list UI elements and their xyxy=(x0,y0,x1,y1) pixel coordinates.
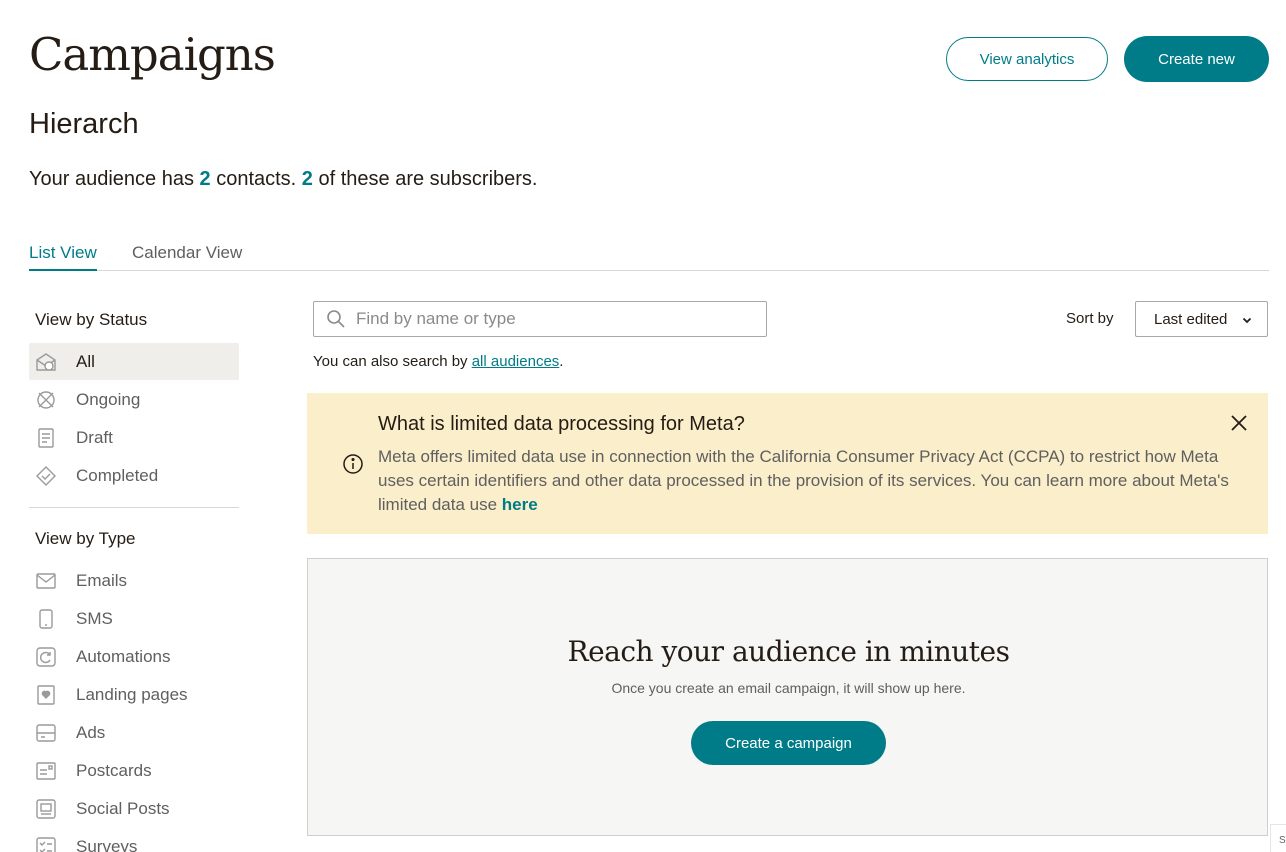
campaigns-page: Campaigns View analytics Create new Hier… xyxy=(0,0,1286,852)
sidebar-item-label: All xyxy=(76,351,95,371)
page-title: Campaigns xyxy=(29,28,276,81)
empty-state-subtitle: Once you create an email campaign, it wi… xyxy=(611,680,966,696)
summary-middle: contacts. xyxy=(210,168,302,190)
sidebar-item-label: Automations xyxy=(76,646,171,666)
view-tabs: List View Calendar View xyxy=(29,240,1269,271)
contacts-count[interactable]: 2 xyxy=(200,168,211,190)
sidebar-item-landing-pages[interactable]: Landing pages xyxy=(29,676,239,713)
sidebar-divider xyxy=(29,507,239,508)
sidebar-item-label: Completed xyxy=(76,465,159,485)
all-campaigns-icon xyxy=(35,351,57,373)
sidebar-item-label: Surveys xyxy=(76,836,138,852)
edge-feedback-tab[interactable]: S xyxy=(1270,824,1286,852)
sidebar-item-ads[interactable]: Ads xyxy=(29,714,239,751)
automation-icon xyxy=(35,646,57,668)
sidebar-item-emails[interactable]: Emails xyxy=(29,562,239,599)
create-new-button[interactable]: Create new xyxy=(1124,36,1269,82)
tab-calendar-view[interactable]: Calendar View xyxy=(132,243,242,269)
summary-suffix: of these are subscribers. xyxy=(312,168,538,190)
sidebar-item-label: Social Posts xyxy=(76,798,170,818)
sidebar-item-automations[interactable]: Automations xyxy=(29,638,239,675)
survey-icon xyxy=(35,836,57,852)
sort-label: Sort by xyxy=(1066,310,1114,327)
search-box[interactable] xyxy=(313,301,767,337)
view-by-status-heading: View by Status xyxy=(35,310,148,329)
audience-name: Hierarch xyxy=(29,108,139,140)
summary-prefix: Your audience has xyxy=(29,168,200,190)
sort-selected-value: Last edited xyxy=(1154,310,1228,328)
sidebar-item-label: Emails xyxy=(76,570,128,590)
sidebar-item-sms[interactable]: SMS xyxy=(29,600,239,637)
banner-title: What is limited data processing for Meta… xyxy=(378,413,745,435)
postcard-icon xyxy=(35,760,57,782)
sidebar-item-label: Ongoing xyxy=(76,389,141,409)
email-icon xyxy=(35,570,57,592)
sidebar-item-label: Postcards xyxy=(76,760,152,780)
completed-icon xyxy=(35,465,57,487)
search-icon xyxy=(326,309,346,329)
sidebar-item-surveys[interactable]: Surveys xyxy=(29,828,239,852)
audience-summary: Your audience has 2 contacts. 2 of these… xyxy=(29,168,537,191)
sidebar-item-social-posts[interactable]: Social Posts xyxy=(29,790,239,827)
empty-state: Reach your audience in minutes Once you … xyxy=(307,558,1268,836)
search-hint: You can also search by all audiences. xyxy=(313,353,563,370)
phone-icon xyxy=(35,608,57,630)
search-hint-suffix: . xyxy=(559,353,564,370)
search-hint-prefix: You can also search by xyxy=(313,353,472,370)
tab-list-view[interactable]: List View xyxy=(29,243,97,271)
all-audiences-link[interactable]: all audiences xyxy=(472,353,560,370)
ongoing-icon xyxy=(35,389,57,411)
sidebar-item-label: SMS xyxy=(76,608,113,628)
empty-state-title: Reach your audience in minutes xyxy=(567,635,1010,668)
sidebar-item-postcards[interactable]: Postcards xyxy=(29,752,239,789)
chevron-down-icon xyxy=(1241,313,1253,325)
ads-icon xyxy=(35,722,57,744)
sidebar-item-label: Ads xyxy=(76,722,106,742)
meta-data-processing-banner: What is limited data processing for Meta… xyxy=(307,393,1268,534)
sort-select[interactable]: Last edited xyxy=(1135,301,1268,337)
banner-body: Meta offers limited data use in connecti… xyxy=(378,445,1238,517)
landing-page-icon xyxy=(35,684,57,706)
view-analytics-button[interactable]: View analytics xyxy=(946,37,1108,81)
close-icon[interactable] xyxy=(1229,413,1249,433)
subscribers-count[interactable]: 2 xyxy=(302,168,313,190)
sidebar-item-label: Landing pages xyxy=(76,684,188,704)
info-icon xyxy=(342,453,364,475)
learn-more-link[interactable]: here xyxy=(502,495,538,514)
sidebar-item-ongoing[interactable]: Ongoing xyxy=(29,381,239,418)
sidebar-item-draft[interactable]: Draft xyxy=(29,419,239,456)
sidebar-item-completed[interactable]: Completed xyxy=(29,457,239,494)
sidebar-item-label: Draft xyxy=(76,427,113,447)
create-campaign-button[interactable]: Create a campaign xyxy=(691,721,886,765)
search-input[interactable] xyxy=(356,309,746,329)
social-post-icon xyxy=(35,798,57,820)
view-by-type-heading: View by Type xyxy=(35,529,136,548)
draft-icon xyxy=(35,427,57,449)
sidebar-item-all[interactable]: All xyxy=(29,343,239,380)
